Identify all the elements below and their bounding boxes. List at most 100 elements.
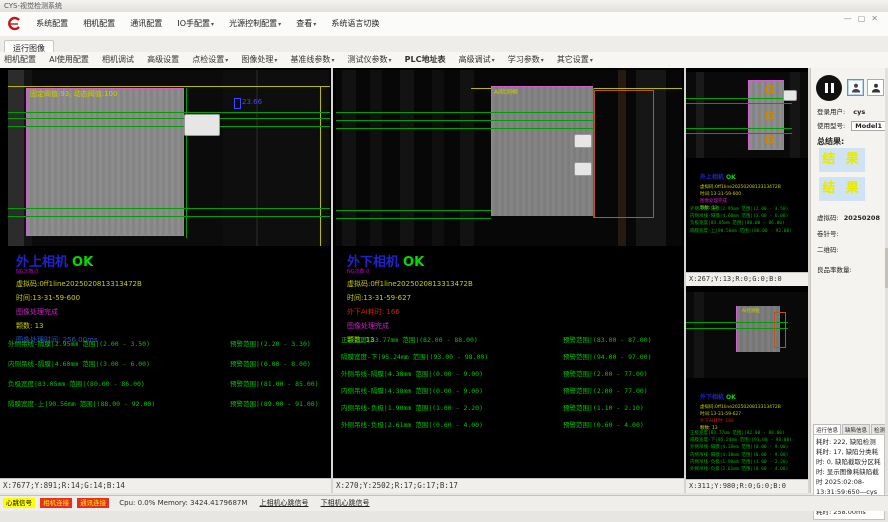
machine-structure [696, 72, 704, 158]
measure-line [336, 112, 594, 113]
lower-camera-heartbeat-link[interactable]: 下相机心跳信号 [321, 499, 370, 507]
machine-structure [400, 70, 414, 246]
tool-ai-config[interactable]: AI使用配置 [49, 52, 89, 68]
time-line: 时间:13-31-59-600 [16, 293, 142, 303]
measure-row: 外侧吊线-隔膜|2.95mm 范围|(2.00 - 3.50)预警范围|(2.2… [8, 338, 330, 348]
separator-region [491, 86, 593, 216]
menu-view[interactable]: 查看▾ [296, 12, 316, 37]
measure-line [686, 133, 792, 134]
tool-plc-table[interactable]: PLC地址表 [405, 52, 446, 68]
model-row: 使用型号: Model1 [817, 120, 886, 130]
tool-advanced-settings[interactable]: 高级设置 [147, 52, 179, 68]
machine-structure [8, 70, 24, 246]
middle-camera-info: 外下相机OK NG次数:0 虚拟码:0ff1line20250208133134… [347, 251, 473, 345]
user-manage-button[interactable] [867, 79, 884, 96]
submenu-arrow-icon: ▾ [389, 57, 392, 64]
process-done-line: 图像处理完成 [700, 198, 781, 204]
measure-line [686, 98, 792, 99]
bright-tab [574, 162, 592, 176]
tool-advanced-debug[interactable]: 高级调试▾ [459, 52, 495, 69]
comm-connect-badge: 通讯连接 [77, 498, 109, 508]
thumb1-pixel-coords: X:267;Y:13;R:0;G:0;B:0 [686, 272, 808, 286]
measure-line [686, 328, 788, 329]
tool-tester-params[interactable]: 测试仪参数▾ [348, 52, 392, 69]
heartbeat-badge: 心跳信号 [3, 498, 35, 508]
menu-camera-config[interactable]: 相机配置 [83, 12, 115, 36]
tool-camera-debug[interactable]: 相机调试 [102, 52, 134, 68]
measure-row: 正极宽度|83.77mm 范围|(82.00 - 88.00)预警范围|(83.… [341, 334, 681, 344]
measure-line [686, 128, 792, 129]
middle-camera-image[interactable]: AI检测框 [336, 70, 682, 246]
submenu-arrow-icon: ▾ [274, 57, 277, 64]
measure-row: 外侧吊线-隔膜|4.38mm 范围|(0.00 - 9.00)预警范围|(2.0… [341, 368, 681, 378]
menu-light-config[interactable]: 光源控制配置▾ [229, 12, 281, 37]
count-line: 颗数: 13 [16, 321, 142, 331]
user-login-icon [850, 82, 862, 94]
left-pixel-coords: X:7677;Y:891;R:14;G:14;B:14 [0, 478, 331, 493]
left-camera-info: 外上相机OK NG次数:0 虚拟码:0ff1line20250208133134… [16, 251, 142, 345]
total-result-label: 总结果: [817, 136, 844, 147]
measure-line [8, 126, 330, 127]
machine-structure [694, 292, 704, 378]
pause-button[interactable] [816, 75, 842, 101]
tool-baseline-params[interactable]: 基准线参数▾ [290, 52, 334, 69]
time-line: 时间:13-31-59-627 [347, 293, 473, 303]
measure-line [686, 103, 792, 104]
minimize-icon[interactable]: — [844, 14, 858, 23]
measure-row: 隔膜宽度-下|95.24mm 范围|(93.00 - 98.00) [690, 437, 792, 444]
thumb2-image: AI检测框 [686, 292, 808, 378]
tool-learning-params[interactable]: 学习参数▾ [508, 52, 544, 69]
tool-image-process[interactable]: 图像处理▾ [241, 52, 277, 69]
bright-tab [574, 134, 592, 148]
barcode-line: 虚拟码:0ff1line2025020813313472B [700, 184, 781, 190]
measure-row: 外侧吊线-负极|2.61mm 范围|(0.60 - 4.00)预警范围|(0.6… [341, 419, 681, 429]
measure-line [686, 322, 788, 323]
maximize-icon[interactable]: ▢ [858, 14, 872, 23]
orange-marker [766, 112, 773, 119]
middle-pixel-coords: X:270;Y:2502;R:17;G:17;B:17 [333, 478, 684, 493]
menu-language-switch[interactable]: 系统语言切换 [331, 12, 379, 36]
result-box-1: 结 果 [819, 148, 865, 172]
camera-name: 外下相机 [700, 394, 724, 401]
menu-comm-config[interactable]: 通讯配置 [130, 12, 162, 36]
close-icon[interactable]: ✕ [871, 14, 884, 23]
ai-detect-box [774, 312, 786, 348]
qr-code-label: 二维码: [817, 244, 839, 254]
measure-row: 隔膜宽度-下|95.24mm 范围|(93.00 - 98.00)预警范围|(9… [341, 351, 681, 361]
ai-box-label: AI检测框 [494, 87, 518, 96]
left-camera-panel: 固定阈值:93, 动态阈值:100 23.66 外上相机OK NG次数:0 虚拟… [0, 68, 331, 493]
model-select[interactable]: Model1 [851, 121, 886, 131]
upper-camera-heartbeat-link[interactable]: 上相机心跳信号 [259, 499, 308, 507]
login-user-button[interactable] [847, 79, 864, 96]
thumb1-info: 外上相机OK 虚拟码:0ff1line2025020813313472B 时间:… [700, 164, 781, 211]
process-done-line: 图像处理完成 [16, 307, 142, 317]
measure-line [8, 112, 330, 113]
thumb2-measurements: 正极宽度|83.77mm 范围|(82.00 - 88.00) 隔膜宽度-下|9… [690, 430, 792, 473]
submenu-arrow-icon: ▾ [541, 57, 544, 64]
thumbnail-1[interactable]: 外上相机OK 虚拟码:0ff1line2025020813313472B 时间:… [686, 68, 808, 286]
tool-spot-check[interactable]: 点检设置▾ [192, 52, 228, 69]
left-camera-image[interactable]: 固定阈值:93, 动态阈值:100 23.66 [8, 70, 330, 246]
machine-structure [342, 70, 356, 246]
measure-line [186, 88, 187, 238]
purple-edge-line [593, 88, 594, 218]
measure-row: 负极宽度|83.05mm 范围|(80.00 - 86.00) [690, 220, 792, 227]
barcode-label: 虚拟码: [817, 214, 839, 222]
tool-camera-config[interactable]: 相机配置 [4, 52, 36, 68]
measure-row: 负极宽度|83.05mm 范围|(80.00 - 86.00)预警范围|(81.… [8, 378, 330, 388]
menu-bar: 系统配置 相机配置 通讯配置 IO手配置▾ 光源控制配置▾ 查看▾ 系统语言切换 [0, 12, 888, 37]
threshold-overlay-label: 固定阈值:93, 动态阈值:100 [30, 89, 117, 99]
tool-other-settings[interactable]: 其它设置▾ [557, 52, 593, 69]
submenu-arrow-icon: ▾ [211, 21, 214, 28]
barcode-value: 20250208 [844, 214, 880, 222]
menu-io-config[interactable]: IO手配置▾ [177, 12, 214, 37]
measure-line [336, 210, 491, 211]
thumbnail-2[interactable]: AI检测框 外下相机OK 虚拟码:0ff1line202502081331347… [686, 290, 808, 493]
login-user-value: cys [853, 108, 865, 116]
status-ok: OK [72, 255, 93, 270]
machine-structure [790, 72, 800, 158]
left-measurements: 外侧吊线-隔膜|2.95mm 范围|(2.00 - 3.50)预警范围|(2.2… [8, 338, 330, 408]
yellow-guide-line [8, 86, 330, 87]
menu-system-config[interactable]: 系统配置 [36, 12, 68, 36]
barcode-line: 虚拟码:0ff1line2025020813313472B [16, 279, 142, 289]
